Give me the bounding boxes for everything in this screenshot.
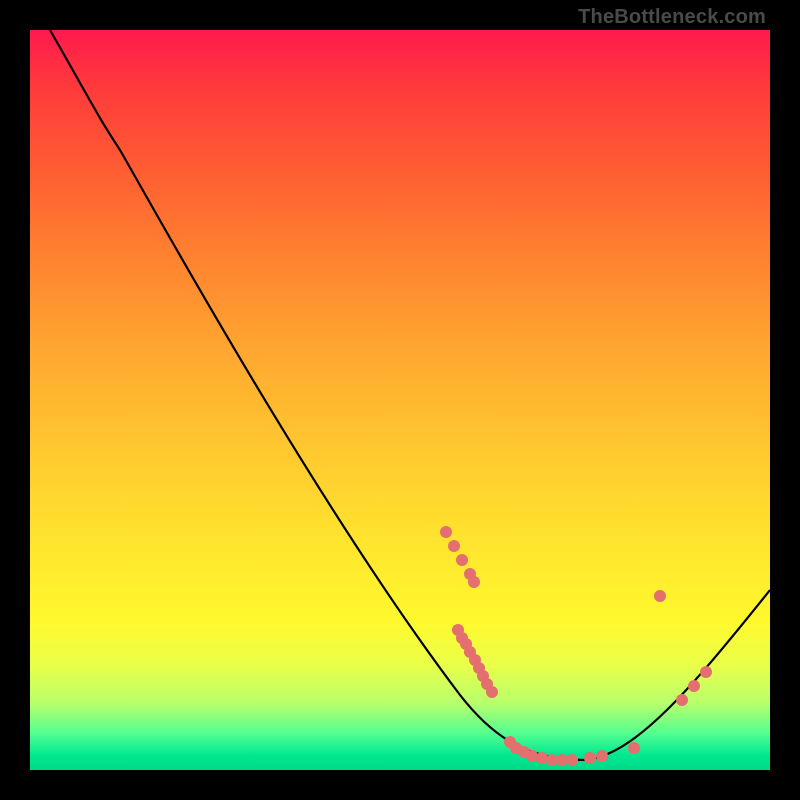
- scatter-point: [584, 752, 596, 764]
- bottleneck-curve-layer: [30, 30, 770, 770]
- bottleneck-curve: [50, 30, 770, 760]
- attribution-watermark: TheBottleneck.com: [578, 6, 766, 29]
- scatter-point: [448, 540, 460, 552]
- scatter-point: [654, 590, 666, 602]
- scatter-point: [456, 554, 468, 566]
- scatter-point: [628, 742, 640, 754]
- scatter-points-group: [440, 526, 712, 766]
- scatter-point: [596, 750, 608, 762]
- scatter-point: [688, 680, 700, 692]
- scatter-point: [676, 694, 688, 706]
- plot-area: [30, 30, 770, 770]
- scatter-point: [526, 750, 538, 762]
- scatter-point: [486, 686, 498, 698]
- scatter-point: [566, 754, 578, 766]
- scatter-point: [440, 526, 452, 538]
- scatter-point: [536, 752, 548, 764]
- chart-frame: TheBottleneck.com: [0, 0, 800, 800]
- scatter-point: [468, 576, 480, 588]
- scatter-point: [700, 666, 712, 678]
